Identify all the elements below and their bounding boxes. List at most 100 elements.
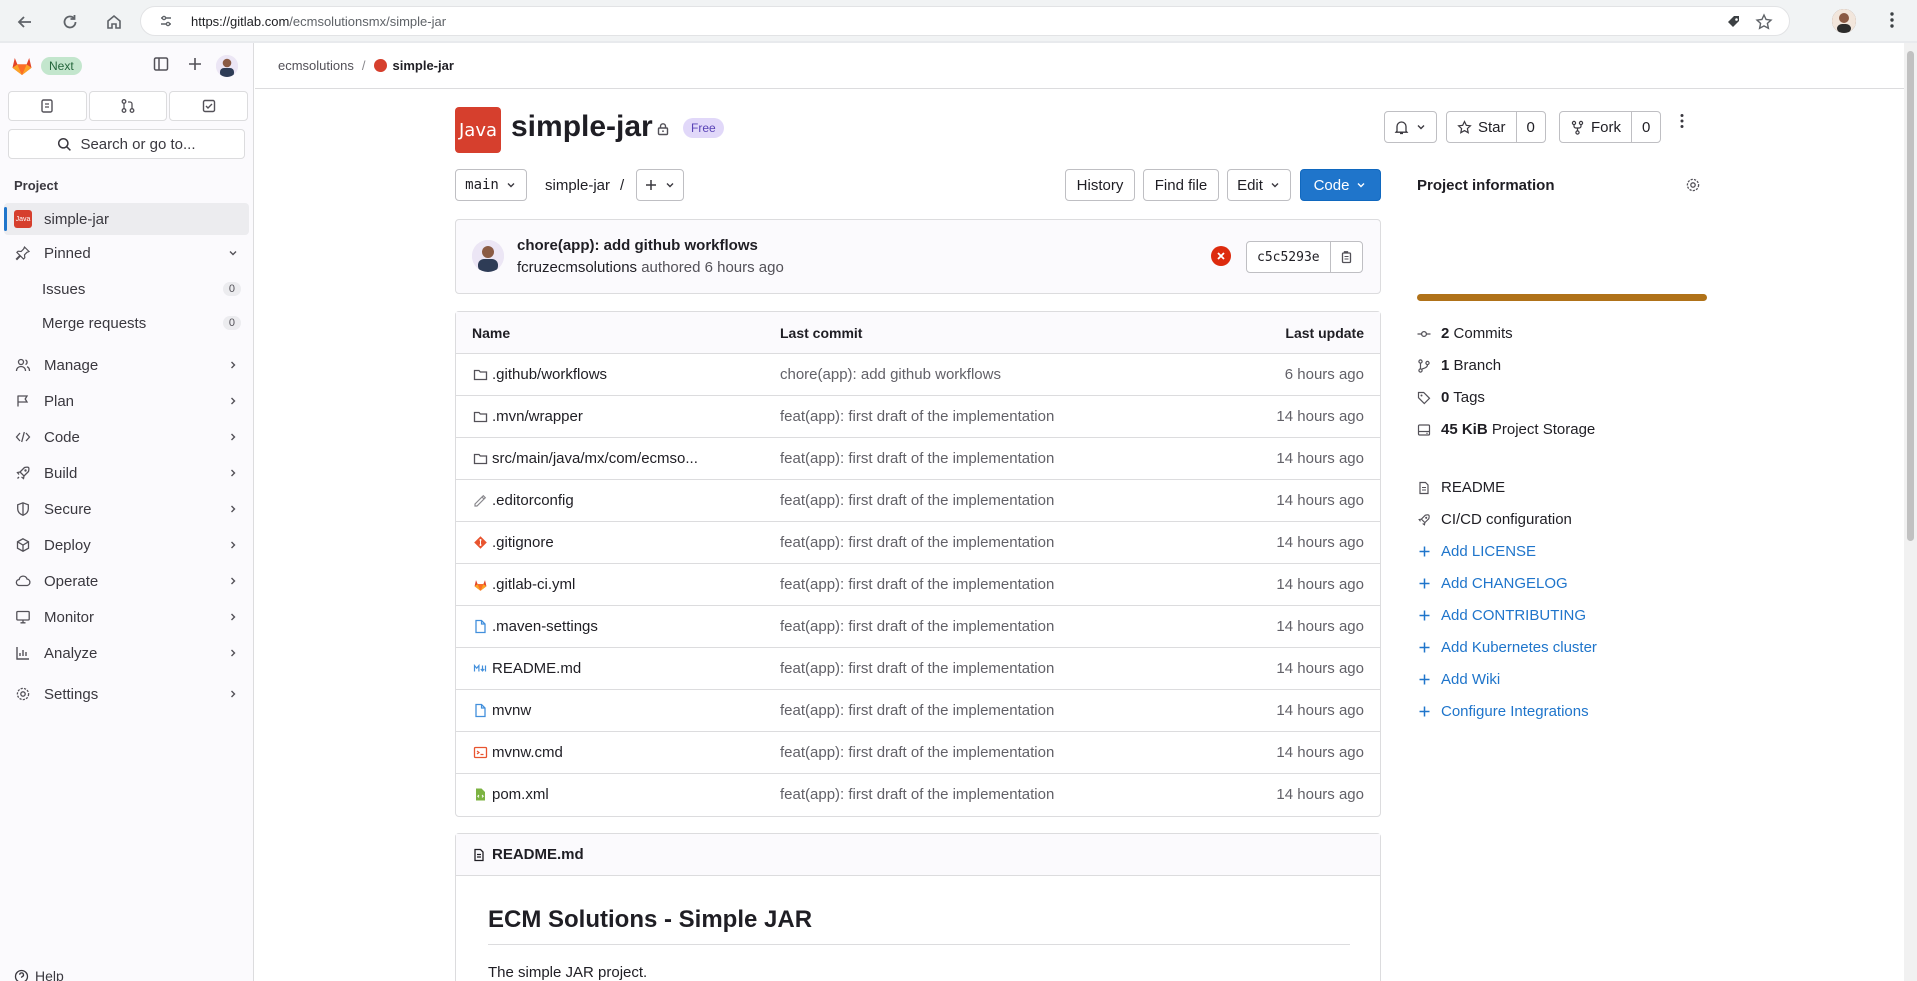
create-new-icon[interactable] <box>186 55 204 73</box>
sidebar-item-build[interactable]: Build <box>4 457 249 489</box>
scrollbar-thumb[interactable] <box>1907 51 1914 541</box>
table-row[interactable]: mvnw feat(app): first draft of the implem… <box>456 690 1380 732</box>
project-link-ci-cd-configuration[interactable]: CI/CD configuration <box>1417 511 1572 528</box>
history-button[interactable]: History <box>1065 169 1135 201</box>
extension-icon[interactable] <box>1725 13 1743 31</box>
project-link-add-license[interactable]: Add LICENSE <box>1417 543 1536 560</box>
sidebar-item-merge-requests[interactable]: Merge requests 0 <box>4 307 249 339</box>
home-button[interactable] <box>101 9 127 35</box>
project-link-add-changelog[interactable]: Add CHANGELOG <box>1417 575 1568 592</box>
sidebar-item-deploy[interactable]: Deploy <box>4 529 249 561</box>
file-name-link[interactable]: .editorconfig <box>472 492 574 509</box>
sidebar-item-pinned[interactable]: Pinned <box>4 237 249 269</box>
last-commit-link[interactable]: feat(app): first draft of the implementa… <box>780 408 1054 425</box>
add-to-tree-button[interactable] <box>636 169 684 201</box>
sidebar-item-secure[interactable]: Secure <box>4 493 249 525</box>
table-row[interactable]: README.md feat(app): first draft of the i… <box>456 648 1380 690</box>
page-scrollbar[interactable] <box>1904 43 1917 981</box>
last-commit-link[interactable]: feat(app): first draft of the implementa… <box>780 786 1054 803</box>
sidebar-item-issues[interactable]: Issues 0 <box>4 273 249 305</box>
table-row[interactable]: src/main/java/mx/com/ecmso... feat(app): … <box>456 438 1380 480</box>
user-avatar[interactable] <box>216 55 238 77</box>
browser-menu-button[interactable] <box>1882 10 1902 30</box>
back-button[interactable] <box>12 9 38 35</box>
last-commit-link[interactable]: feat(app): first draft of the implementa… <box>780 450 1054 467</box>
table-row[interactable]: mvnw.cmd feat(app): first draft of the im… <box>456 732 1380 774</box>
readme-filename-link[interactable]: README.md <box>492 846 584 863</box>
table-row[interactable]: .maven-settings feat(app): first draft of… <box>456 606 1380 648</box>
project-stat-branch[interactable]: 1 Branch <box>1417 357 1501 374</box>
more-actions-button[interactable] <box>1673 112 1691 130</box>
merge-requests-counter-button[interactable] <box>88 91 168 121</box>
last-commit-link[interactable]: feat(app): first draft of the implementa… <box>780 618 1054 635</box>
table-row[interactable]: .gitignore feat(app): first draft of the … <box>456 522 1380 564</box>
file-name-link[interactable]: .gitignore <box>472 534 554 551</box>
star-button[interactable]: Star <box>1447 112 1516 142</box>
reload-button[interactable] <box>57 9 83 35</box>
sidebar-item-monitor[interactable]: Monitor <box>4 601 249 633</box>
commit-sha-button[interactable]: c5c5293e <box>1247 242 1330 272</box>
gear-icon[interactable] <box>1685 177 1701 193</box>
sidebar-item-operate[interactable]: Operate <box>4 565 249 597</box>
find-file-button[interactable]: Find file <box>1143 169 1219 201</box>
browser-profile-avatar[interactable] <box>1832 9 1856 33</box>
file-name-link[interactable]: .github/workflows <box>472 366 607 383</box>
todo-counter-button[interactable] <box>169 91 249 121</box>
pipeline-failed-icon[interactable] <box>1211 246 1231 266</box>
file-name-link[interactable]: mvnw.cmd <box>472 744 563 761</box>
file-name-link[interactable]: src/main/java/mx/com/ecmso... <box>472 450 698 467</box>
notifications-button[interactable] <box>1384 111 1437 143</box>
sidebar-item-code[interactable]: Code <box>4 421 249 453</box>
search-button[interactable]: Search or go to... <box>8 129 245 159</box>
project-link-readme[interactable]: README <box>1417 479 1505 496</box>
repo-root-link[interactable]: simple-jar <box>545 177 610 194</box>
site-info-icon[interactable] <box>159 14 173 28</box>
last-commit-link[interactable]: feat(app): first draft of the implementa… <box>780 492 1054 509</box>
project-link-add-kubernetes-cluster[interactable]: Add Kubernetes cluster <box>1417 639 1597 656</box>
next-badge[interactable]: Next <box>41 57 82 75</box>
sidebar-toggle-icon[interactable] <box>152 55 170 73</box>
commit-author-avatar[interactable] <box>472 240 504 272</box>
table-row[interactable]: .github/workflows chore(app): add github … <box>456 354 1380 396</box>
file-name-link[interactable]: README.md <box>472 660 581 677</box>
file-name-link[interactable]: mvnw <box>472 702 531 719</box>
project-stat-project-storage[interactable]: 45 KiB Project Storage <box>1417 421 1595 438</box>
project-stat-commits[interactable]: 2 Commits <box>1417 325 1513 342</box>
project-link-add-contributing[interactable]: Add CONTRIBUTING <box>1417 607 1586 624</box>
star-count[interactable]: 0 <box>1515 112 1545 142</box>
last-commit-link[interactable]: chore(app): add github workflows <box>780 366 1001 383</box>
commit-author-link[interactable]: fcruzecmsolutions <box>517 259 637 276</box>
edit-dropdown-button[interactable]: Edit <box>1227 169 1291 201</box>
fork-button[interactable]: Fork <box>1560 112 1631 142</box>
fork-count[interactable]: 0 <box>1631 112 1660 142</box>
file-name-link[interactable]: .mvn/wrapper <box>472 408 583 425</box>
breadcrumb-project-link[interactable]: simple-jar <box>373 58 454 73</box>
table-row[interactable]: .mvn/wrapper feat(app): first draft of th… <box>456 396 1380 438</box>
last-commit-link[interactable]: feat(app): first draft of the implementa… <box>780 576 1054 593</box>
last-commit-link[interactable]: feat(app): first draft of the implementa… <box>780 660 1054 677</box>
copy-sha-button[interactable] <box>1329 242 1362 272</box>
table-row[interactable]: .editorconfig feat(app): first draft of t… <box>456 480 1380 522</box>
branch-selector[interactable]: main <box>455 169 527 201</box>
file-name-link[interactable]: .maven-settings <box>472 618 598 635</box>
gitlab-logo-icon[interactable] <box>10 53 34 77</box>
sidebar-item-project[interactable]: Java simple-jar <box>4 203 249 235</box>
address-bar[interactable]: https://gitlab.com/ecmsolutionsmx/simple… <box>140 6 1790 36</box>
project-link-configure-integrations[interactable]: Configure Integrations <box>1417 703 1589 720</box>
sidebar-item-settings[interactable]: Settings <box>4 678 249 710</box>
bookmark-star-icon[interactable] <box>1755 13 1773 31</box>
file-name-link[interactable]: pom.xml <box>472 786 549 803</box>
table-row[interactable]: pom.xml feat(app): first draft of the imp… <box>456 774 1380 816</box>
issues-counter-button[interactable] <box>8 91 87 121</box>
last-commit-link[interactable]: feat(app): first draft of the implementa… <box>780 534 1054 551</box>
breadcrumb-group-link[interactable]: ecmsolutions <box>278 58 354 73</box>
commit-title-link[interactable]: chore(app): add github workflows <box>517 237 758 254</box>
language-bar[interactable] <box>1417 294 1707 301</box>
table-row[interactable]: .gitlab-ci.yml feat(app): first draft of … <box>456 564 1380 606</box>
code-dropdown-button[interactable]: Code <box>1300 169 1381 201</box>
sidebar-item-plan[interactable]: Plan <box>4 385 249 417</box>
sidebar-item-analyze[interactable]: Analyze <box>4 637 249 669</box>
file-name-link[interactable]: .gitlab-ci.yml <box>472 576 575 593</box>
project-stat-tags[interactable]: 0 Tags <box>1417 389 1485 406</box>
last-commit-link[interactable]: feat(app): first draft of the implementa… <box>780 702 1054 719</box>
